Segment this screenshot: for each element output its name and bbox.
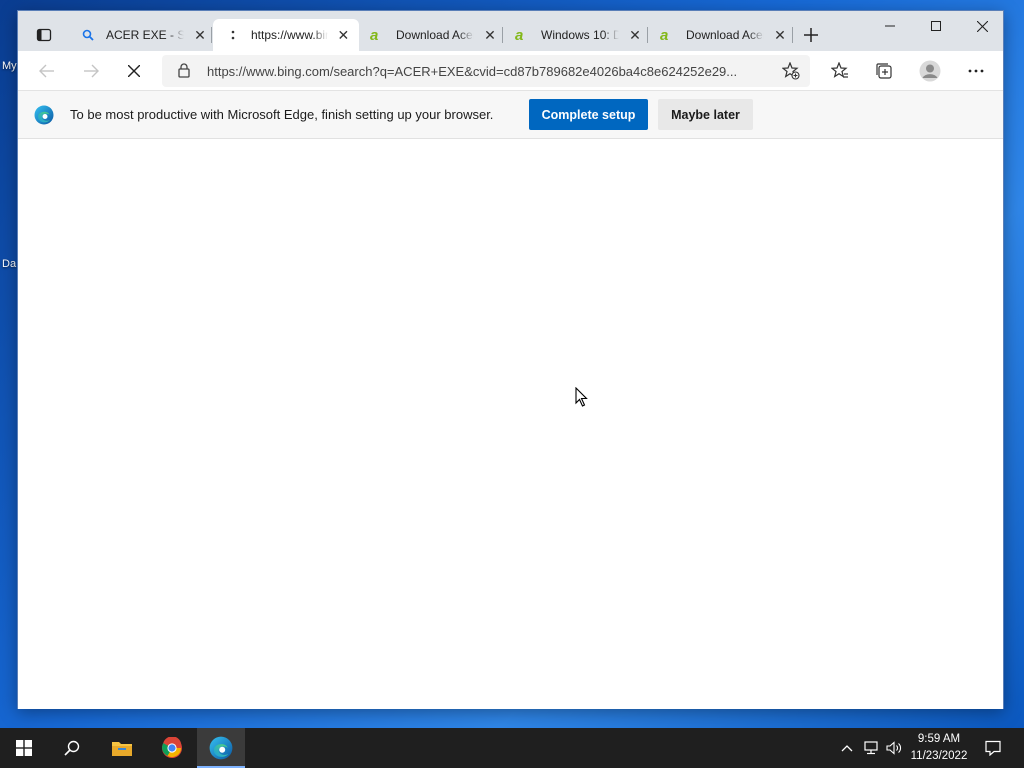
acer-logo-icon: a	[515, 27, 531, 43]
notification-icon	[985, 740, 1001, 756]
windows-start-icon	[16, 740, 32, 756]
infobar-message: To be most productive with Microsoft Edg…	[70, 107, 494, 122]
close-icon	[976, 20, 988, 32]
tab-acer-search[interactable]: ACER EXE - Search ✕	[68, 19, 216, 51]
clock-date: 11/23/2022	[910, 750, 968, 762]
taskbar: 9:59 AM 11/23/2022	[0, 728, 1024, 768]
loading-dots-icon	[225, 27, 241, 43]
network-icon	[864, 741, 878, 755]
action-center-button[interactable]	[978, 728, 1008, 768]
tab-bing-active[interactable]: https://www.bing.com ✕	[213, 19, 359, 51]
tab-title: Download Acer	[686, 28, 764, 42]
tab-title: https://www.bing.com	[251, 28, 328, 42]
lock-icon[interactable]	[178, 63, 190, 81]
clock-time: 9:59 AM	[917, 733, 961, 745]
stop-loading-button[interactable]	[118, 55, 150, 87]
search-icon	[64, 740, 80, 756]
start-button[interactable]	[0, 728, 48, 768]
mouse-cursor-icon	[575, 386, 589, 411]
network-status[interactable]	[861, 728, 881, 768]
tab-actions-button[interactable]	[28, 19, 60, 51]
show-hidden-icons-button[interactable]	[838, 728, 856, 768]
close-tab-icon[interactable]: ✕	[334, 25, 353, 45]
add-favorite-icon[interactable]	[781, 61, 800, 83]
minimize-icon	[885, 25, 895, 27]
taskbar-edge[interactable]	[197, 728, 245, 768]
profile-button[interactable]	[914, 55, 946, 87]
system-clock[interactable]: 9:59 AM 11/23/2022	[903, 731, 975, 765]
forward-arrow-icon	[84, 64, 99, 78]
svg-text:a: a	[370, 28, 378, 42]
tab-divider	[211, 27, 212, 43]
svg-text:a: a	[515, 28, 523, 42]
collections-button[interactable]	[868, 55, 900, 87]
acer-logo-icon: a	[370, 27, 386, 43]
close-tab-icon[interactable]: ✕	[480, 25, 500, 45]
close-tab-icon[interactable]: ✕	[190, 25, 210, 45]
address-url[interactable]: https://www.bing.com/search?q=ACER+EXE&c…	[207, 64, 737, 79]
back-button[interactable]	[31, 55, 63, 87]
edge-icon	[209, 736, 233, 760]
search-icon	[80, 27, 96, 43]
chevron-up-icon	[841, 745, 853, 752]
volume-control[interactable]	[884, 728, 904, 768]
tab-title: Download Acer	[396, 28, 474, 42]
favorites-button[interactable]	[824, 55, 856, 87]
close-tab-icon[interactable]: ✕	[625, 25, 645, 45]
chrome-icon	[162, 737, 182, 758]
tab-download-acer-2[interactable]: a Download Acer ✕	[648, 19, 796, 51]
close-tab-icon[interactable]: ✕	[770, 25, 790, 45]
tab-strip: ACER EXE - Search ✕ https://www.bing.com…	[18, 11, 1003, 51]
tab-title: ACER EXE - Search	[106, 28, 184, 42]
tab-actions-icon	[36, 28, 52, 42]
forward-button[interactable]	[75, 55, 107, 87]
speaker-icon	[886, 741, 901, 755]
tab-title: Windows 10: D	[541, 28, 619, 42]
new-tab-button[interactable]	[795, 19, 827, 51]
minimize-button[interactable]	[867, 11, 913, 41]
svg-text:a: a	[660, 28, 668, 42]
tab-download-acer[interactable]: a Download Acer ✕	[358, 19, 506, 51]
more-options-icon	[968, 69, 984, 73]
desktop-icon-label[interactable]: Da	[2, 258, 16, 270]
navigation-toolbar: https://www.bing.com/search?q=ACER+EXE&c…	[18, 51, 1003, 91]
complete-setup-button[interactable]: Complete setup	[529, 99, 648, 130]
settings-menu-button[interactable]	[960, 55, 992, 87]
favorites-icon	[831, 62, 848, 78]
address-bar[interactable]: https://www.bing.com/search?q=ACER+EXE&c…	[162, 55, 810, 87]
taskbar-file-explorer[interactable]	[98, 728, 146, 768]
setup-infobar: To be most productive with Microsoft Edg…	[18, 91, 1003, 139]
acer-logo-icon: a	[660, 27, 676, 43]
maximize-button[interactable]	[913, 11, 959, 41]
stop-x-icon	[128, 65, 140, 77]
avatar-icon	[919, 60, 941, 82]
desktop-icon-label[interactable]: My	[2, 60, 17, 72]
close-window-button[interactable]	[959, 11, 1005, 41]
collections-icon	[876, 63, 892, 79]
plus-icon	[804, 28, 818, 42]
edge-logo-icon	[34, 105, 54, 128]
page-content[interactable]	[18, 139, 1003, 709]
tab-windows-10[interactable]: a Windows 10: D ✕	[503, 19, 651, 51]
taskbar-chrome[interactable]	[148, 728, 196, 768]
file-explorer-icon	[112, 742, 132, 756]
maybe-later-button[interactable]: Maybe later	[658, 99, 753, 130]
taskbar-search-button[interactable]	[48, 728, 96, 768]
maximize-icon	[931, 21, 941, 31]
back-arrow-icon	[39, 64, 54, 78]
tab-divider	[792, 27, 793, 43]
browser-window: ACER EXE - Search ✕ https://www.bing.com…	[17, 10, 1004, 709]
